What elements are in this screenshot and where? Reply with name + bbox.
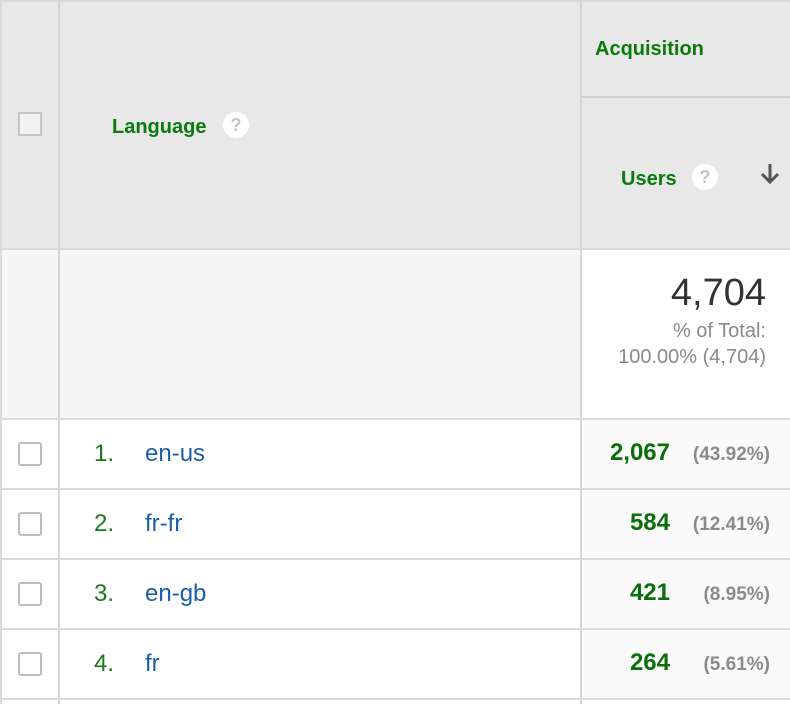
table-row: 4. fr 264 (5.61%) (2, 630, 790, 698)
row-checkbox[interactable] (18, 442, 42, 466)
language-help-icon[interactable]: ? (223, 112, 249, 138)
row-checkbox[interactable] (18, 582, 42, 606)
acquisition-group-header: Acquisition (595, 38, 704, 60)
users-percent: (8.95%) (703, 584, 770, 605)
users-value: 264 (629, 649, 670, 676)
row-divider (2, 628, 790, 630)
users-percent: (12.41%) (692, 514, 770, 535)
language-link[interactable]: fr-fr (145, 510, 182, 538)
users-value: 584 (629, 509, 670, 536)
total-pct-label: % of Total: (672, 320, 766, 342)
row-index: 4. (94, 650, 115, 677)
row-divider (2, 418, 790, 420)
total-users-value: 4,704 (670, 272, 766, 314)
row-divider (2, 698, 790, 700)
table-row: 3. en-gb 421 (8.95%) (2, 560, 790, 628)
users-percent: (5.61%) (703, 654, 770, 675)
row-index: 1. (94, 440, 115, 467)
row-checkbox[interactable] (18, 652, 42, 676)
users-percent: (43.92%) (692, 444, 770, 465)
row-index: 2. (94, 510, 115, 537)
language-link[interactable]: en-us (145, 440, 205, 468)
row-index: 3. (94, 580, 115, 607)
column-divider (580, 0, 582, 704)
language-link[interactable]: en-gb (145, 580, 206, 608)
report-table: Language ? Acquisition Users ? 4,704 % o… (0, 0, 790, 704)
row-divider (2, 488, 790, 490)
users-help-icon[interactable]: ? (692, 164, 718, 190)
select-all-checkbox[interactable] (18, 112, 42, 136)
row-divider (2, 248, 790, 250)
row-checkbox[interactable] (18, 512, 42, 536)
sort-descending-arrow-icon[interactable] (758, 160, 782, 188)
language-link[interactable]: fr (145, 650, 160, 678)
totals-row-label-cell (2, 250, 580, 418)
row-label-cell (2, 560, 580, 628)
table-row: 1. en-us 2,067 (43.92%) (2, 420, 790, 488)
total-pct-value: 100.00% (4,704) (618, 346, 766, 368)
column-divider (58, 0, 60, 704)
row-divider (2, 558, 790, 560)
language-column-header[interactable]: Language (112, 116, 206, 139)
row-label-cell (2, 490, 580, 558)
table-row: 2. fr-fr 584 (12.41%) (2, 490, 790, 558)
users-column-header[interactable]: Users (621, 168, 677, 191)
row-label-cell (2, 630, 580, 698)
users-value: 421 (629, 579, 670, 606)
users-value: 2,067 (609, 439, 670, 466)
row-label-cell (2, 420, 580, 488)
header-divider (582, 96, 790, 98)
